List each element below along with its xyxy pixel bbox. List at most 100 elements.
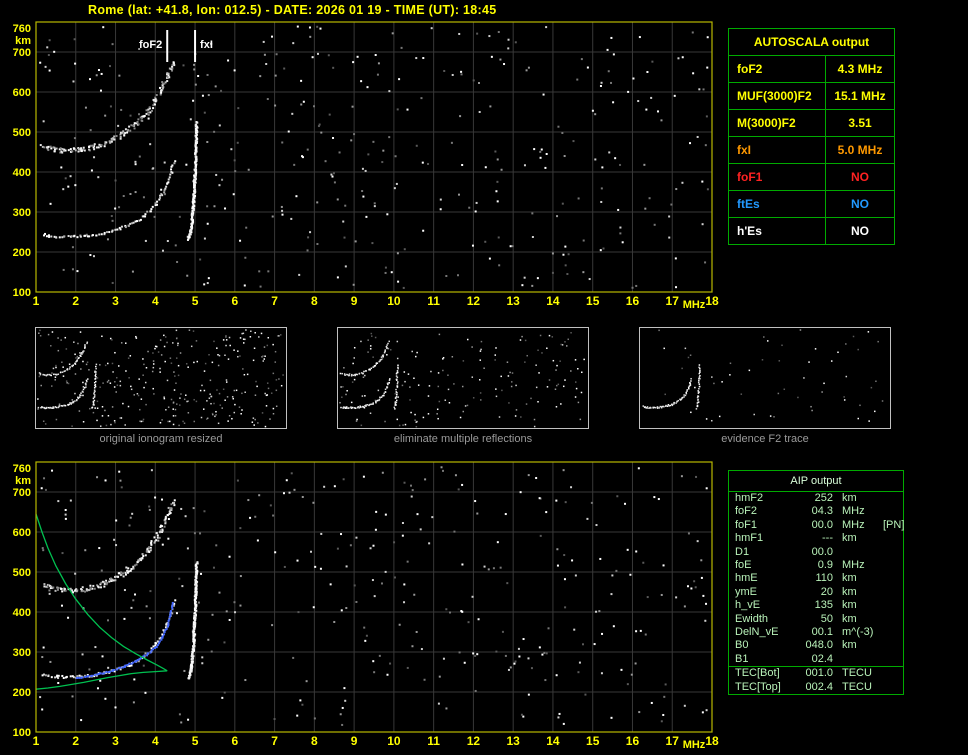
autoscala-row-fof1: foF1 NO xyxy=(728,163,895,191)
param-value: 15.1 MHz xyxy=(825,82,895,110)
aip-row-tectop: TEC[Top] 002.4 TECU xyxy=(729,681,903,694)
svg-text:12: 12 xyxy=(467,294,481,308)
svg-text:300: 300 xyxy=(13,647,31,659)
svg-text:16: 16 xyxy=(626,734,640,748)
svg-text:11: 11 xyxy=(427,734,440,748)
autoscala-row-fxi: fxI 5.0 MHz xyxy=(728,136,895,164)
aip-row-ewidth: Ewidth 50 km xyxy=(729,613,903,626)
thumbnail-caption-eliminate: eliminate multiple reflections xyxy=(393,433,533,445)
aip-cell-nm: foF2 xyxy=(735,505,758,518)
param-label: ftEs xyxy=(728,190,826,218)
svg-text:14: 14 xyxy=(546,734,560,748)
param-value: 4.3 MHz xyxy=(825,55,895,83)
svg-text:fxI: fxI xyxy=(200,39,213,51)
aip-cell-v: 001.0 xyxy=(805,667,833,680)
aip-cell-n xyxy=(879,626,905,639)
autoscala-table-header: AUTOSCALA output xyxy=(728,28,895,56)
aip-row-hmf2: hmF2 252 km xyxy=(729,492,903,505)
svg-text:11: 11 xyxy=(427,294,440,308)
param-label: foF2 xyxy=(728,55,826,83)
aip-cell-v: 04.3 xyxy=(811,505,833,518)
aip-cell-n xyxy=(879,532,905,545)
svg-text:15: 15 xyxy=(586,294,600,308)
svg-text:400: 400 xyxy=(13,607,31,619)
aip-cell-u: km xyxy=(842,492,857,504)
svg-text:4: 4 xyxy=(152,294,159,308)
svg-text:2: 2 xyxy=(72,294,79,308)
aip-cell-v: --- xyxy=(822,532,833,545)
svg-text:10: 10 xyxy=(387,734,401,748)
svg-text:4: 4 xyxy=(152,734,159,748)
aip-cell-u xyxy=(833,653,879,666)
profile-ionogram-plot: 100200300400500600700760km1 2 3 4 5 6 7 8 9 10 11 1… xyxy=(13,461,719,751)
aip-cell-v: 002.4 xyxy=(805,680,833,693)
svg-text:1: 1 xyxy=(33,294,40,308)
autoscala-row-muf3000f2: MUF(3000)F2 15.1 MHz xyxy=(728,82,895,110)
svg-text:200: 200 xyxy=(13,247,31,259)
autoscala-row-hes: h'Es NO xyxy=(728,217,895,245)
aip-cell-n xyxy=(879,546,905,559)
aip-cell-v: 50 xyxy=(820,612,833,625)
aip-row-hve: h_vE 135 km xyxy=(729,599,903,612)
aip-cell-n xyxy=(879,667,905,680)
main-ionogram-plot: 100200300400500600700760km1 2 3 4 5 6 7 8 9 10 11 1… xyxy=(13,21,719,311)
aip-cell-v: 0.9 xyxy=(817,559,833,572)
aip-row-d1: D1 00.0 xyxy=(729,546,903,559)
param-value: 3.51 xyxy=(825,109,895,137)
aip-cell-u xyxy=(833,546,879,559)
aip-row-foe: foE 0.9 MHz xyxy=(729,559,903,572)
svg-text:1: 1 xyxy=(33,734,40,748)
aip-cell-u: km xyxy=(842,572,857,585)
aip-cell-n xyxy=(879,599,905,612)
param-label: MUF(3000)F2 xyxy=(728,82,826,110)
param-value: NO xyxy=(825,163,895,191)
aip-cell-n xyxy=(879,653,905,666)
svg-text:9: 9 xyxy=(351,294,358,308)
autoscala-row-m3000f2: M(3000)F2 3.51 xyxy=(728,109,895,137)
thumbnail-eliminate-reflections xyxy=(337,327,589,429)
svg-text:760: 760 xyxy=(13,23,31,35)
aip-cell-n xyxy=(879,613,905,626)
svg-text:foF2: foF2 xyxy=(139,39,162,51)
aip-row-hme: hmE 110 km xyxy=(729,572,903,585)
svg-text:760: 760 xyxy=(13,463,31,475)
aip-row-fof1: foF1 00.0 MHz [PN] xyxy=(729,519,904,532)
svg-text:17: 17 xyxy=(666,294,680,308)
aip-cell-u: TECU xyxy=(842,667,872,680)
aip-row-tecbot: TEC[Bot] 001.0 TECU xyxy=(729,666,903,680)
svg-text:5: 5 xyxy=(192,734,199,748)
autoscala-output-table: AUTOSCALA output foF2 4.3 MHz MUF(3000)F2 1… xyxy=(728,28,895,245)
aip-cell-nm: ymE xyxy=(735,585,757,598)
aip-cell-nm: D1 xyxy=(735,545,750,558)
aip-output-table: AIP output hmF2 252 km foF2 04.3 MHz foF1 00.0 M… xyxy=(728,470,905,696)
svg-text:100: 100 xyxy=(13,727,31,739)
aip-cell-nm: DelN_vE xyxy=(735,626,779,639)
svg-text:12: 12 xyxy=(467,734,481,748)
aip-cell-v: 135 xyxy=(814,599,833,612)
thumbnail-caption-evidence: evidence F2 trace xyxy=(721,433,809,445)
aip-cell-v: 252 xyxy=(814,492,833,504)
svg-text:500: 500 xyxy=(13,127,31,139)
svg-text:6: 6 xyxy=(231,294,238,308)
aip-table-body: hmF2 252 km foF2 04.3 MHz foF1 00.0 MHz [PN] hmF1 -… xyxy=(729,492,905,694)
aip-cell-nm: hmF1 xyxy=(735,532,764,545)
autoscala-app-window: Rome (lat: +41.8, lon: 012.5) - DATE: 20… xyxy=(0,0,968,755)
svg-text:400: 400 xyxy=(13,167,31,179)
param-label: h'Es xyxy=(728,217,826,245)
svg-text:3: 3 xyxy=(112,294,119,308)
param-label: M(3000)F2 xyxy=(728,109,826,137)
aip-cell-v: 20 xyxy=(820,585,833,598)
aip-cell-u: km xyxy=(842,585,857,598)
svg-text:6: 6 xyxy=(231,734,238,748)
svg-text:km: km xyxy=(15,35,31,47)
svg-text:500: 500 xyxy=(13,567,31,579)
param-label: foF1 xyxy=(728,163,826,191)
param-value: 5.0 MHz xyxy=(825,136,895,164)
svg-text:100: 100 xyxy=(13,287,31,299)
aip-cell-u: km xyxy=(842,639,857,652)
thumbnail-evidence-f2-trace xyxy=(639,327,891,429)
aip-cell-n xyxy=(879,492,905,505)
aip-cell-nm: B1 xyxy=(735,652,749,665)
svg-text:300: 300 xyxy=(13,207,31,219)
svg-text:7: 7 xyxy=(271,734,278,748)
